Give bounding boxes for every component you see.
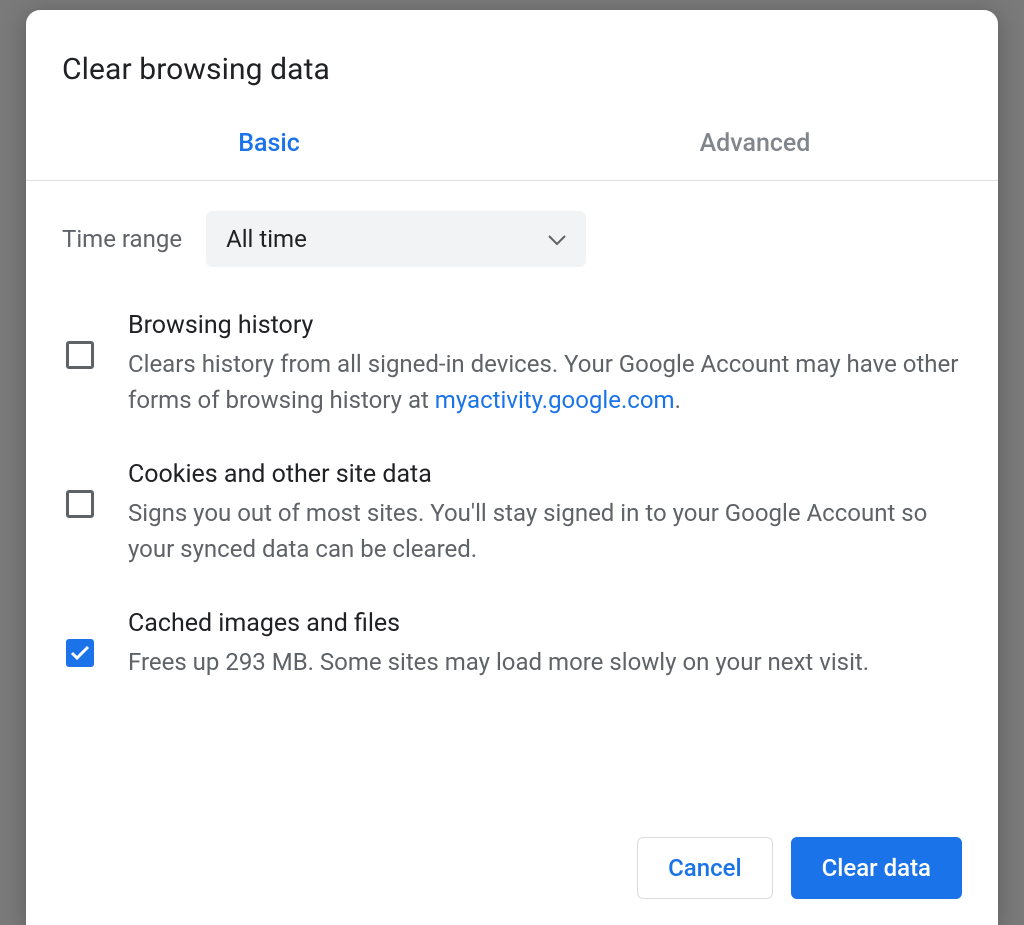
dialog-tabs: Basic Advanced <box>26 115 998 181</box>
option-title: Cached images and files <box>128 609 962 638</box>
tab-advanced[interactable]: Advanced <box>512 115 998 180</box>
time-range-value: All time <box>226 225 307 253</box>
option-browsing-history: Browsing history Clears history from all… <box>62 311 962 418</box>
checkbox-cache[interactable] <box>66 639 94 667</box>
clear-data-button[interactable]: Clear data <box>791 837 962 899</box>
clear-browsing-data-dialog: Clear browsing data Basic Advanced Time … <box>26 10 998 925</box>
option-title: Browsing history <box>128 311 962 340</box>
option-cookies: Cookies and other site data Signs you ou… <box>62 460 962 567</box>
option-title: Cookies and other site data <box>128 460 962 489</box>
time-range-select[interactable]: All time <box>206 211 586 267</box>
cancel-button[interactable]: Cancel <box>637 837 772 899</box>
option-description: Clears history from all signed-in device… <box>128 346 962 418</box>
dialog-footer: Cancel Clear data <box>637 837 962 899</box>
myactivity-link[interactable]: myactivity.google.com <box>435 386 675 414</box>
option-description: Frees up 293 MB. Some sites may load mor… <box>128 644 962 680</box>
checkbox-browsing-history[interactable] <box>66 341 94 369</box>
time-range-row: Time range All time <box>62 211 962 267</box>
option-description: Signs you out of most sites. You'll stay… <box>128 495 962 567</box>
chevron-down-icon <box>548 230 566 249</box>
checkbox-cookies[interactable] <box>66 490 94 518</box>
tab-basic[interactable]: Basic <box>26 115 512 180</box>
dialog-title: Clear browsing data <box>26 10 998 115</box>
dialog-body: Time range All time Browsing history Cle… <box>26 181 998 680</box>
time-range-label: Time range <box>62 225 182 253</box>
option-cache: Cached images and files Frees up 293 MB.… <box>62 609 962 680</box>
